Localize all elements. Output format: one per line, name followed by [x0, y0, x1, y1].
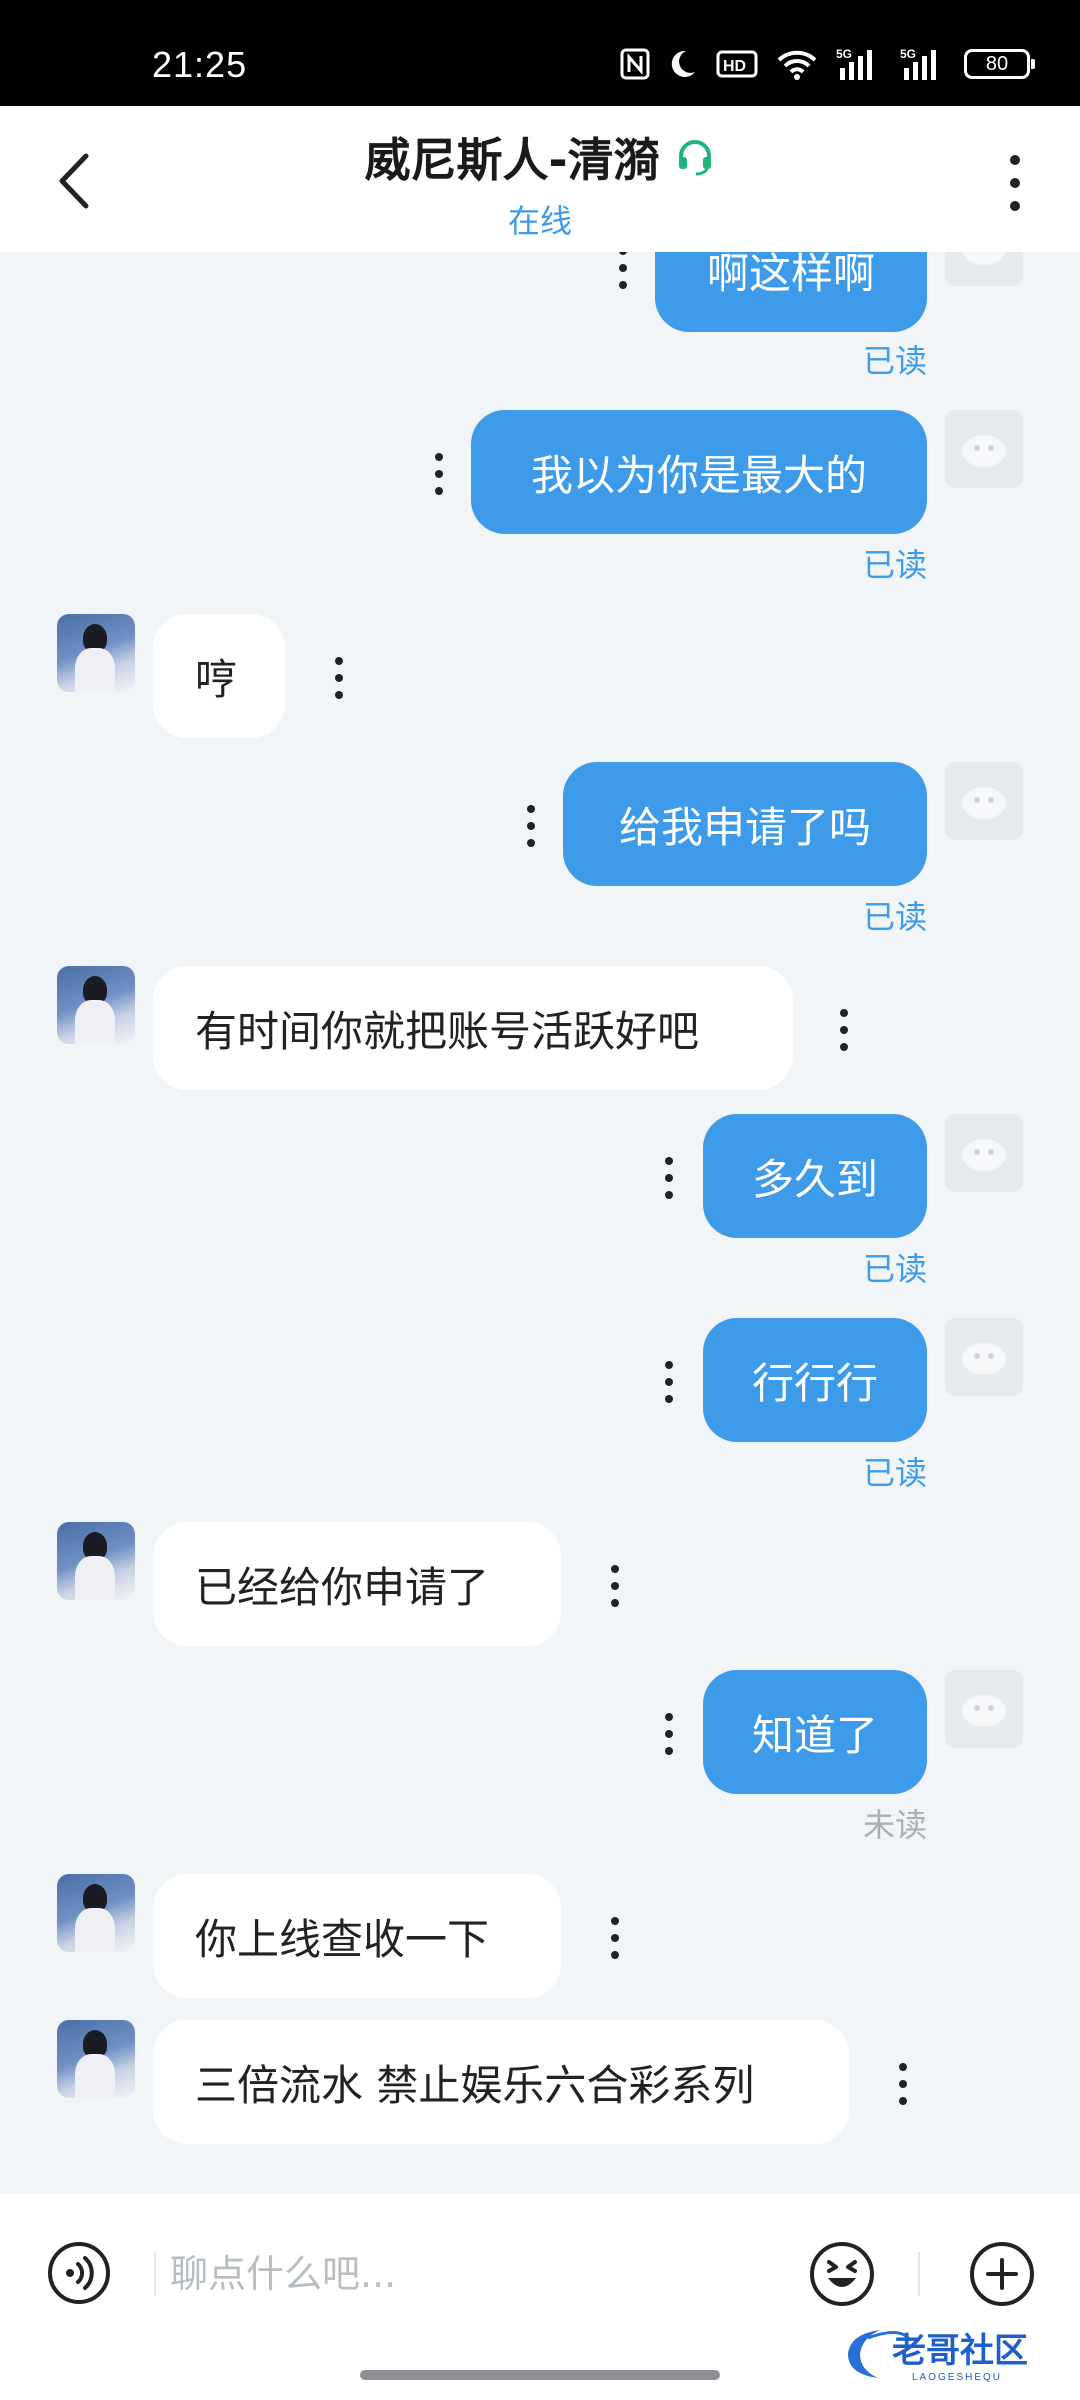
- battery-icon: 80: [964, 49, 1035, 79]
- signal-5g-icon: 5G: [836, 47, 872, 80]
- message-options-icon[interactable]: [617, 252, 629, 290]
- home-indicator[interactable]: [360, 2370, 720, 2380]
- headset-icon: [678, 140, 711, 176]
- default-avatar-icon: [962, 1343, 1006, 1375]
- svg-text:老哥社区: 老哥社区: [892, 2331, 1028, 2371]
- default-avatar-icon: [962, 252, 1006, 265]
- avatar[interactable]: [57, 1874, 135, 1952]
- default-avatar-icon: [962, 1695, 1006, 1727]
- watermark-logo: 老哥社区 LAOGESHEQU: [848, 2330, 1028, 2383]
- voice-input-button[interactable]: [46, 2240, 112, 2306]
- avatar[interactable]: [57, 966, 135, 1044]
- message-bubble-incoming[interactable]: 三倍流水 禁止娱乐六合彩系列: [153, 2020, 849, 2144]
- message-options-icon[interactable]: [609, 1916, 621, 1960]
- message-bubble-outgoing[interactable]: 知道了: [703, 1670, 927, 1794]
- avatar[interactable]: [945, 410, 1023, 488]
- read-receipt: 已读: [862, 1250, 927, 1288]
- signal-5g-icon: 5G: [900, 47, 936, 80]
- divider: [154, 2252, 156, 2296]
- message-input[interactable]: [170, 2234, 780, 2314]
- default-avatar-icon: [962, 435, 1006, 467]
- message-options-icon[interactable]: [663, 1712, 675, 1756]
- message-bubble-incoming[interactable]: 有时间你就把账号活跃好吧: [153, 966, 793, 1090]
- read-receipt: 已读: [862, 1454, 927, 1492]
- emoji-button[interactable]: [808, 2240, 876, 2308]
- message-bubble-outgoing[interactable]: 啊这样啊: [655, 252, 927, 332]
- message-options-icon[interactable]: [663, 1360, 675, 1404]
- default-avatar-icon: [962, 787, 1006, 819]
- message-options-icon[interactable]: [525, 804, 537, 848]
- message-options-icon[interactable]: [433, 452, 445, 496]
- avatar[interactable]: [945, 1318, 1023, 1396]
- message-bubble-outgoing[interactable]: 行行行: [703, 1318, 927, 1442]
- message-list[interactable]: 啊这样啊 已读 我以为你是最大的 已读 哼 给我申请了吗 已读 有时间你就把账号…: [0, 252, 1080, 2194]
- message-bubble-incoming[interactable]: 哼: [153, 614, 285, 738]
- avatar[interactable]: [945, 1114, 1023, 1192]
- read-receipt: 已读: [862, 342, 927, 380]
- message-bubble-outgoing[interactable]: 多久到: [703, 1114, 927, 1238]
- page-title: 威尼斯人-清漪: [364, 133, 660, 187]
- avatar[interactable]: [945, 1670, 1023, 1748]
- svg-text:HD: HD: [723, 58, 746, 75]
- divider: [918, 2252, 920, 2296]
- hd-icon: HD: [716, 50, 758, 78]
- read-receipt: 已读: [862, 898, 927, 936]
- default-avatar-icon: [962, 1139, 1006, 1171]
- message-options-icon[interactable]: [333, 656, 345, 700]
- avatar[interactable]: [57, 1522, 135, 1600]
- message-options-icon[interactable]: [609, 1564, 621, 1608]
- moon-icon: [671, 50, 695, 77]
- more-options-button[interactable]: [1000, 150, 1030, 216]
- message-options-icon[interactable]: [663, 1156, 675, 1200]
- nfc-icon: [620, 48, 650, 80]
- chat-header: 威尼斯人-清漪 在线: [0, 106, 1080, 252]
- svg-text:5G: 5G: [900, 47, 916, 61]
- svg-text:5G: 5G: [836, 47, 852, 61]
- avatar[interactable]: [57, 614, 135, 692]
- avatar[interactable]: [945, 252, 1023, 286]
- avatar[interactable]: [945, 762, 1023, 840]
- wifi-icon: [777, 50, 817, 80]
- svg-text:LAOGESHEQU: LAOGESHEQU: [912, 2372, 1002, 2383]
- status-icons: HD 5G 5G 80: [620, 46, 1035, 82]
- message-bubble-outgoing[interactable]: 我以为你是最大的: [471, 410, 927, 534]
- online-status: 在线: [507, 202, 572, 240]
- title-row: 威尼斯人-清漪: [0, 124, 1080, 190]
- message-options-icon[interactable]: [838, 1008, 850, 1052]
- unread-receipt: 未读: [862, 1806, 927, 1844]
- message-options-icon[interactable]: [897, 2062, 909, 2106]
- message-bubble-incoming[interactable]: 已经给你申请了: [153, 1522, 561, 1646]
- status-bar: 21:25 HD 5G 5G 80: [0, 0, 1080, 106]
- message-bubble-outgoing[interactable]: 给我申请了吗: [563, 762, 927, 886]
- status-time: 21:25: [152, 44, 248, 85]
- read-receipt: 已读: [862, 546, 927, 584]
- message-bubble-incoming[interactable]: 你上线查收一下: [153, 1874, 561, 1998]
- avatar[interactable]: [57, 2020, 135, 2098]
- plus-button[interactable]: [968, 2240, 1036, 2308]
